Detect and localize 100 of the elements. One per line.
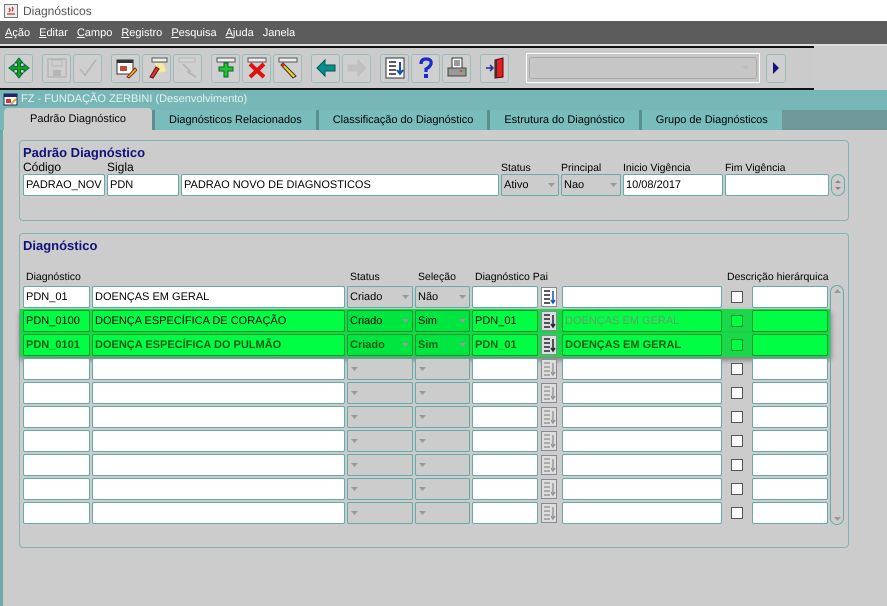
dropdown-field[interactable] xyxy=(415,454,470,476)
input-field[interactable] xyxy=(562,454,722,476)
tab[interactable]: Estrutura do Diagnóstico xyxy=(487,110,639,130)
tab[interactable]: Classificação do Diagnóstico xyxy=(316,110,488,130)
dropdown-field[interactable]: Criado xyxy=(347,286,413,308)
checkbox[interactable] xyxy=(731,411,743,423)
input-field[interactable]: PDN xyxy=(107,174,179,196)
input-field[interactable] xyxy=(472,454,538,476)
dropdown-field[interactable] xyxy=(347,502,413,524)
input-field[interactable]: PDN_01 xyxy=(23,286,90,308)
input-field[interactable] xyxy=(562,286,722,308)
checkbox[interactable] xyxy=(731,339,743,351)
menu-item[interactable]: Ajuda xyxy=(226,26,254,38)
dropdown-field[interactable] xyxy=(347,478,413,500)
dropdown-field[interactable] xyxy=(347,406,413,428)
dropdown-field[interactable] xyxy=(347,454,413,476)
toolbar-button[interactable] xyxy=(211,54,240,82)
menu-item[interactable]: Registro xyxy=(121,26,162,38)
dropdown-field[interactable] xyxy=(415,358,470,380)
menu-item[interactable]: Ação xyxy=(5,26,30,38)
tab[interactable]: Diagnósticos Relacionados xyxy=(152,110,316,130)
input-field[interactable] xyxy=(92,478,345,500)
dropdown-field[interactable] xyxy=(415,406,470,428)
toolbar-button[interactable] xyxy=(442,54,471,82)
dropdown-field[interactable]: Nao xyxy=(561,174,621,196)
checkbox[interactable] xyxy=(731,315,743,327)
dropdown-field[interactable] xyxy=(415,430,470,452)
input-field[interactable] xyxy=(23,478,90,500)
toolbar-button[interactable] xyxy=(380,54,409,82)
input-field[interactable] xyxy=(752,334,828,356)
input-field[interactable] xyxy=(23,358,90,380)
input-field[interactable] xyxy=(472,478,538,500)
input-field[interactable]: PDN_01 xyxy=(472,310,538,332)
dropdown-field[interactable] xyxy=(415,382,470,404)
menu-item[interactable]: Pesquisa xyxy=(171,26,217,38)
input-field[interactable] xyxy=(752,310,828,332)
checkbox[interactable] xyxy=(731,435,743,447)
dropdown-field[interactable] xyxy=(415,502,470,524)
spin-control[interactable] xyxy=(831,174,845,196)
input-field[interactable] xyxy=(472,286,538,308)
checkbox[interactable] xyxy=(731,363,743,375)
input-field[interactable] xyxy=(472,430,538,452)
input-field[interactable] xyxy=(472,358,538,380)
input-field[interactable] xyxy=(752,406,828,428)
input-field[interactable]: PDN_0100 xyxy=(23,310,90,332)
input-field[interactable] xyxy=(562,382,722,404)
input-field[interactable] xyxy=(562,502,722,524)
input-field[interactable]: PADRAO_NOV xyxy=(23,174,105,196)
toolbar-button[interactable] xyxy=(242,54,271,82)
dropdown-field[interactable] xyxy=(415,478,470,500)
menu-item[interactable]: Janela xyxy=(262,26,296,38)
input-field[interactable] xyxy=(23,382,90,404)
menu-item[interactable]: Campo xyxy=(76,26,112,38)
list-button[interactable] xyxy=(540,334,558,356)
scroll-down-icon[interactable] xyxy=(832,516,842,522)
input-field[interactable]: PADRAO NOVO DE DIAGNOSTICOS xyxy=(181,174,499,196)
input-field[interactable] xyxy=(23,502,90,524)
dropdown-field[interactable]: Sim xyxy=(415,310,470,332)
tab[interactable]: Padrão Diagnóstico xyxy=(4,108,152,130)
input-field[interactable] xyxy=(562,406,722,428)
toolbar-button[interactable] xyxy=(411,54,440,82)
input-field[interactable] xyxy=(752,502,828,524)
checkbox[interactable] xyxy=(731,291,743,303)
input-field[interactable] xyxy=(752,358,828,380)
input-field[interactable] xyxy=(562,358,722,380)
input-field[interactable] xyxy=(752,454,828,476)
dropdown-field[interactable]: Ativo xyxy=(501,174,559,196)
input-field[interactable] xyxy=(752,286,828,308)
dropdown-field[interactable]: Não xyxy=(415,286,470,308)
input-field[interactable] xyxy=(752,478,828,500)
input-field[interactable] xyxy=(752,430,828,452)
input-field[interactable] xyxy=(472,406,538,428)
input-field[interactable] xyxy=(472,502,538,524)
input-field[interactable] xyxy=(23,454,90,476)
input-field[interactable] xyxy=(92,382,345,404)
list-button[interactable] xyxy=(540,286,558,308)
input-field[interactable] xyxy=(92,502,345,524)
dropdown-field[interactable]: Criado xyxy=(347,310,413,332)
input-field[interactable]: PDN_0101 xyxy=(23,334,90,356)
input-field[interactable]: DOENÇA ESPECÍFICA DO PULMÃO xyxy=(92,334,345,356)
input-field[interactable]: PDN_01 xyxy=(472,334,538,356)
input-field[interactable] xyxy=(92,406,345,428)
input-field[interactable]: DOENÇA ESPECÍFICA DE CORAÇÃO xyxy=(92,310,345,332)
record-combo-field[interactable] xyxy=(526,53,760,83)
input-field[interactable] xyxy=(92,430,345,452)
checkbox[interactable] xyxy=(731,507,743,519)
list-button[interactable] xyxy=(540,310,558,332)
toolbar-button[interactable] xyxy=(480,54,509,82)
menu-item[interactable]: Editar xyxy=(39,26,68,38)
toolbar-button[interactable] xyxy=(111,54,140,82)
dropdown-field[interactable] xyxy=(347,430,413,452)
dropdown-field[interactable] xyxy=(347,382,413,404)
checkbox[interactable] xyxy=(731,459,743,471)
next-button[interactable] xyxy=(766,54,786,82)
dropdown-field[interactable]: Criado xyxy=(347,334,413,356)
input-field[interactable] xyxy=(562,430,722,452)
tab[interactable]: Grupo de Diagnósticos xyxy=(638,110,782,130)
input-field[interactable] xyxy=(23,406,90,428)
input-field[interactable]: DOENÇAS EM GERAL xyxy=(92,286,345,308)
checkbox[interactable] xyxy=(731,387,743,399)
